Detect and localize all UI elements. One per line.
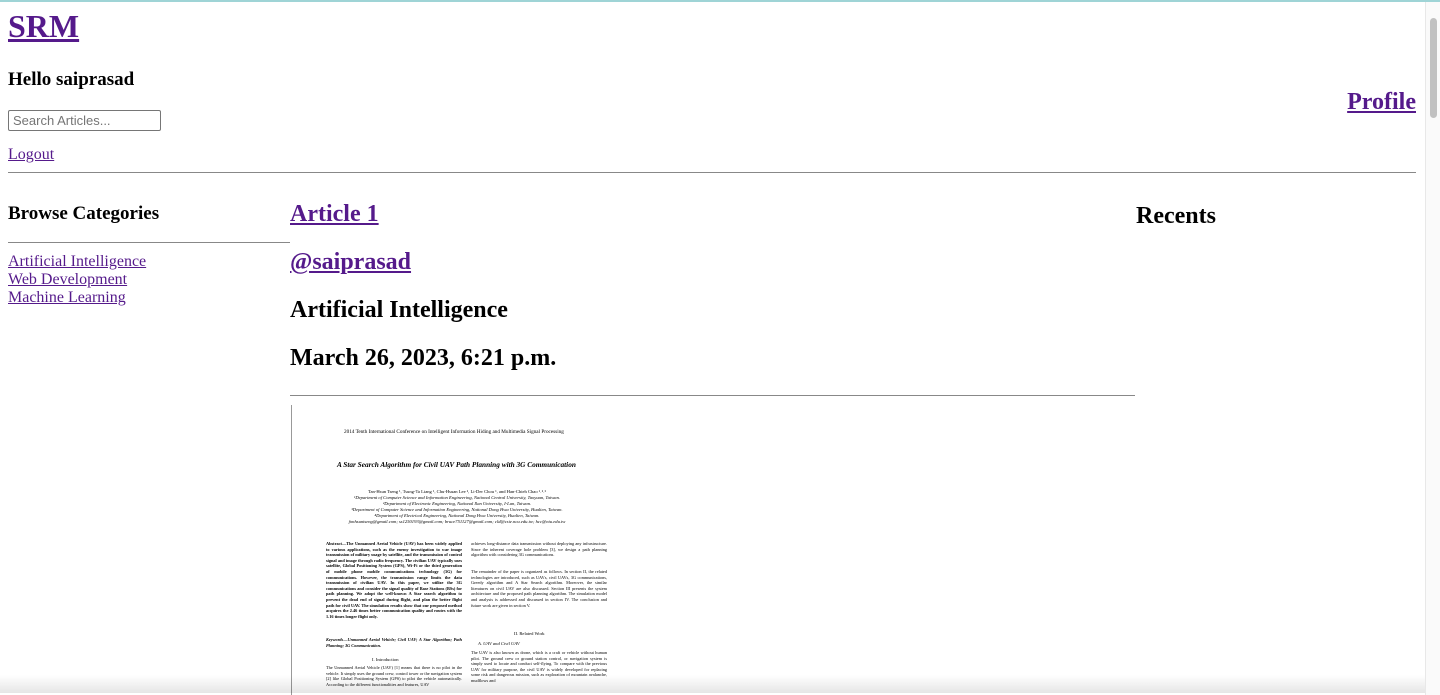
paper-column-text: The remainder of the paper is organized …: [471, 569, 607, 608]
paper-keywords: Keywords—Unmanned Aerial Vehicle; Civil …: [326, 637, 462, 648]
bottom-shadow: [0, 675, 1425, 693]
browse-categories-heading: Browse Categories: [8, 203, 160, 224]
categories-divider: [8, 242, 290, 243]
paper-intro-text: The Unmanned Aerial Vehicle (UAV) [1] me…: [326, 665, 462, 687]
article-category: Artificial Intelligence: [290, 297, 508, 323]
category-link-machine-learning[interactable]: Machine Learning: [8, 289, 126, 306]
article-divider: [290, 395, 1135, 396]
header-divider: [8, 172, 1416, 173]
paper-conference: 2014 Tenth International Conference on I…: [344, 429, 564, 435]
logout-link[interactable]: Logout: [8, 146, 54, 164]
profile-link[interactable]: Profile: [1347, 89, 1416, 116]
paper-related-heading: II. Related Work: [514, 631, 545, 636]
paper-abstract: Abstract—The Unmanned Aerial Vehicle (UA…: [326, 541, 462, 619]
category-link-artificial-intelligence[interactable]: Artificial Intelligence: [8, 253, 146, 270]
article-title-link[interactable]: Article 1: [290, 201, 379, 228]
paper-author-block: Tan-Hsun Tseng ¹, Tsung-Ta Liang ¹, Chu-…: [312, 489, 602, 525]
greeting: Hello saiprasad: [8, 69, 135, 90]
article-author-link[interactable]: @saiprasad: [290, 249, 411, 276]
paper-emails: fonhsuntseng@gmail.com; ss1250193@gmail.…: [348, 519, 566, 524]
paper-title: A Star Search Algorithm for Civil UAV Pa…: [337, 460, 576, 469]
category-list: Artificial Intelligence Web Development …: [8, 253, 146, 307]
recents-heading: Recents: [1136, 203, 1216, 229]
paper-column-text: achieves long-distance data transmission…: [471, 541, 607, 558]
search-input[interactable]: [8, 110, 161, 131]
article-date: March 26, 2023, 6:21 p.m.: [290, 345, 557, 371]
category-link-web-development[interactable]: Web Development: [8, 271, 127, 288]
site-title-link[interactable]: SRM: [8, 8, 79, 45]
paper-intro-heading: I. Introduction: [372, 657, 399, 662]
scrollbar-thumb[interactable]: [1430, 18, 1437, 118]
paper-column-text: The UAV is also known as drone, which is…: [471, 650, 607, 683]
page-scrollbar[interactable]: [1425, 2, 1440, 695]
paper-subheading: A. UAV and Civil UAV: [478, 641, 520, 646]
article-attachment-preview: 2014 Tenth International Conference on I…: [291, 405, 622, 695]
